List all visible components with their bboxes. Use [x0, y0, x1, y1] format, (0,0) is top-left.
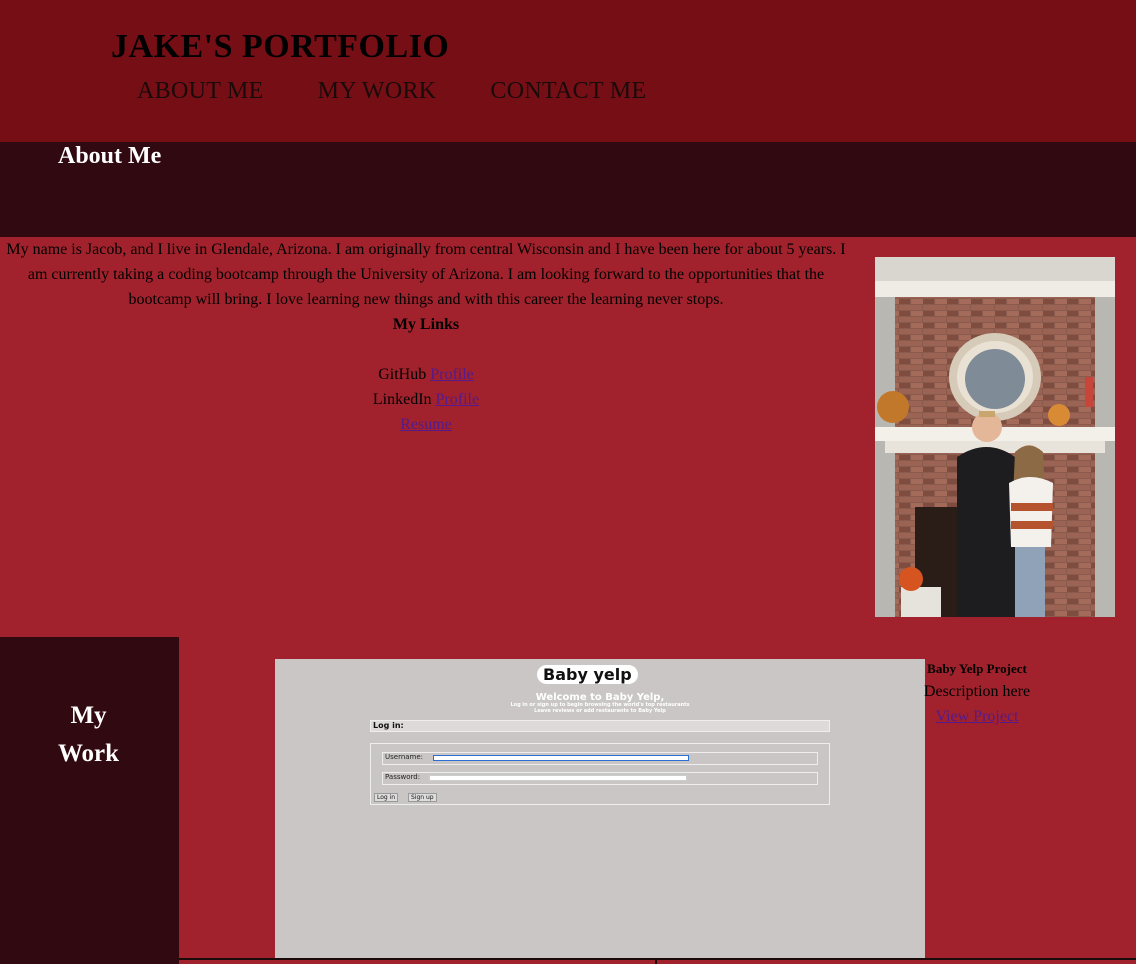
project-info: Baby Yelp Project Description here View … [912, 659, 1042, 729]
github-label: GitHub [378, 366, 427, 383]
next-project-card-left [179, 958, 657, 964]
baby-yelp-logo: Baby yelp [537, 665, 638, 684]
password-label: Password: [385, 773, 421, 781]
about-heading-bar [0, 142, 1136, 237]
main-nav: ABOUT ME MY WORK CONTACT ME [137, 78, 646, 105]
profile-photo-image [875, 257, 1115, 617]
baby-yelp-subtitle-2: Leave reviews or add restaurants to Baby… [534, 708, 666, 714]
project-title: Baby Yelp Project [927, 661, 1027, 676]
username-input [433, 755, 689, 761]
github-profile-link[interactable]: Profile [430, 366, 474, 383]
my-work-heading-line2: Work [57, 740, 120, 767]
site-title: JAKE'S PORTFOLIO [111, 28, 450, 65]
resume-row: Resume [0, 412, 852, 437]
linkedin-label: LinkedIn [372, 391, 432, 408]
my-work-sidebar [0, 637, 179, 964]
github-row: GitHub Profile [0, 362, 852, 387]
about-bio: My name is Jacob, and I live in Glendale… [6, 241, 846, 308]
my-work-heading: My Work [0, 697, 177, 773]
linkedin-row: LinkedIn Profile [0, 387, 852, 412]
signup-button: Sign up [408, 793, 437, 802]
login-heading: Log in: [373, 721, 404, 730]
login-button: Log in [374, 793, 399, 802]
nav-about-me[interactable]: ABOUT ME [137, 78, 264, 105]
nav-my-work[interactable]: MY WORK [318, 78, 437, 105]
linkedin-profile-link[interactable]: Profile [436, 391, 480, 408]
about-section: My name is Jacob, and I live in Glendale… [0, 237, 852, 437]
about-heading: About Me [58, 143, 162, 169]
links-heading: My Links [392, 316, 460, 333]
username-label: Username: [385, 753, 424, 761]
project-description: Description here [923, 683, 1031, 700]
resume-link[interactable]: Resume [400, 416, 452, 433]
password-input [429, 775, 687, 781]
my-work-heading-line1: My [70, 702, 107, 729]
project-screenshot[interactable]: Baby yelp Welcome to Baby Yelp, Log in o… [275, 659, 925, 959]
view-project-link[interactable]: View Project [935, 708, 1018, 725]
next-project-card-right [657, 958, 1136, 964]
nav-contact-me[interactable]: CONTACT ME [490, 78, 646, 105]
site-header: JAKE'S PORTFOLIO ABOUT ME MY WORK CONTAC… [0, 0, 1136, 142]
login-heading-box: Log in: [370, 720, 830, 732]
profile-photo [875, 257, 1115, 617]
